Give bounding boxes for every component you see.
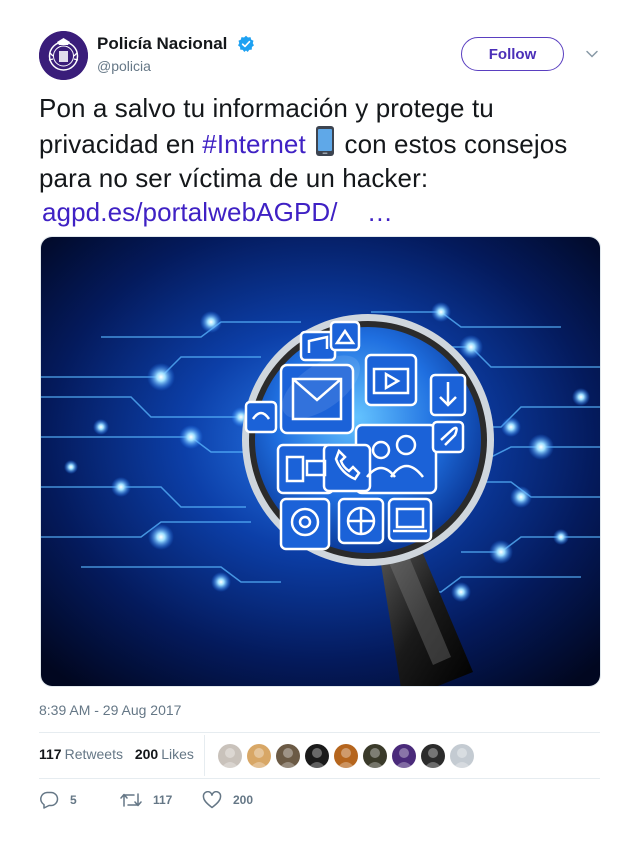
- tweet-timestamp[interactable]: 8:39 AM - 29 Aug 2017: [39, 702, 181, 718]
- liker-4-avatar[interactable]: [305, 744, 329, 768]
- likes-stat[interactable]: 200 Likes: [135, 746, 194, 762]
- follow-button[interactable]: Follow: [461, 37, 564, 71]
- avatar[interactable]: [39, 31, 88, 80]
- retweet-count: 117: [153, 793, 173, 807]
- liker-2-avatar[interactable]: [247, 744, 271, 768]
- retweet-icon: [120, 793, 142, 807]
- liker-6-avatar[interactable]: [363, 744, 387, 768]
- liker-8-avatar[interactable]: [421, 744, 445, 768]
- liker-7-avatar[interactable]: [392, 744, 416, 768]
- reply-count: 5: [70, 793, 77, 807]
- hashtag-link[interactable]: #Internet: [202, 129, 306, 159]
- tweet-stats: 117 Retweets 200 Likes: [39, 746, 194, 762]
- liker-9-avatar[interactable]: [450, 744, 474, 768]
- divider-top: [39, 732, 600, 733]
- tweet-image[interactable]: [40, 236, 601, 687]
- chevron-down-icon[interactable]: [585, 47, 599, 61]
- tweet-text: Pon a salvo tu información y protege tu …: [39, 91, 609, 229]
- retweets-stat[interactable]: 117 Retweets: [39, 746, 123, 762]
- reply-icon: [40, 791, 59, 809]
- heart-icon: [202, 791, 222, 809]
- liker-5-avatar[interactable]: [334, 744, 358, 768]
- verified-badge-icon: [237, 35, 254, 52]
- retweet-button[interactable]: 117: [120, 791, 172, 809]
- author-handle[interactable]: @policia: [97, 58, 255, 74]
- retweets-label: Retweets: [64, 746, 123, 762]
- mobile-phone-icon: [316, 126, 335, 156]
- tweet-url-link[interactable]: agpd.es/portalwebAGPD/ …: [42, 197, 393, 227]
- police-badge-icon: [39, 31, 88, 80]
- tweet-url-text: agpd.es/portalwebAGPD/: [42, 197, 338, 227]
- like-button[interactable]: 200: [202, 791, 253, 809]
- tweet-header: Policía Nacional @policia Follow: [39, 31, 601, 81]
- stats-separator: [204, 735, 205, 776]
- display-name[interactable]: Policía Nacional: [97, 33, 227, 55]
- reply-button[interactable]: 5: [39, 791, 77, 809]
- likes-label: Likes: [161, 746, 194, 762]
- liker-3-avatar[interactable]: [276, 744, 300, 768]
- like-count: 200: [233, 793, 254, 807]
- tweet-url-ellipsis: …: [366, 197, 393, 227]
- magnifier-network-illustration: [41, 237, 600, 686]
- likes-count: 200: [134, 746, 159, 762]
- author-info: Policía Nacional @policia: [97, 33, 255, 74]
- retweets-count: 117: [39, 746, 62, 762]
- tweet-actions: 5 117 200: [39, 791, 339, 811]
- divider-bottom: [39, 778, 600, 779]
- liker-1-avatar[interactable]: [218, 744, 242, 768]
